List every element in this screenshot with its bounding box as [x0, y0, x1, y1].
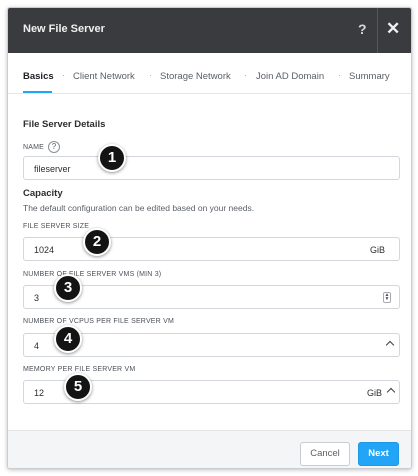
capacity-description: The default configuration can be edited … [23, 203, 255, 213]
new-file-server-dialog: New File Server ? ✕ Basics · Client Netw… [7, 7, 412, 469]
tab-basics[interactable]: Basics [23, 71, 54, 82]
callout-badge: 1 [98, 144, 126, 172]
vms-count-stepper-icon[interactable]: ▲ ▼ [383, 292, 391, 303]
vms-count-value: 3 [34, 293, 40, 303]
file-server-details-heading: File Server Details [23, 119, 106, 130]
memory-value: 12 [34, 388, 45, 398]
dialog-titlebar: New File Server ? ✕ [8, 8, 411, 53]
file-server-size-label: FILE SERVER SIZE [23, 223, 90, 230]
titlebar-divider [377, 8, 378, 53]
memory-label: MEMORY PER FILE SERVER VM [23, 366, 136, 373]
wizard-tabs: Basics · Client Network · Storage Networ… [8, 53, 411, 94]
tab-client-network[interactable]: Client Network [73, 71, 135, 82]
memory-unit: GiB [367, 388, 383, 398]
file-server-size-unit: GiB [370, 245, 386, 255]
tab-separator: · [338, 70, 341, 80]
vcpus-label: NUMBER OF VCPUS PER FILE SERVER VM [23, 318, 174, 325]
capacity-heading: Capacity [23, 188, 63, 199]
tab-join-ad-domain[interactable]: Join AD Domain [256, 71, 324, 82]
callout-badge: 3 [54, 274, 82, 302]
name-label: NAME? [23, 141, 61, 153]
dialog-footer: Cancel Next [8, 430, 411, 468]
callout-badge: 4 [54, 325, 82, 353]
vms-count-label: NUMBER OF FILE SERVER VMS (MIN 3) [23, 271, 162, 278]
dialog-title: New File Server [23, 23, 105, 35]
vcpus-value: 4 [34, 341, 40, 351]
tab-summary[interactable]: Summary [349, 71, 390, 82]
name-input[interactable]: fileserver [23, 156, 400, 180]
tab-separator: · [244, 70, 247, 80]
tab-separator: · [62, 70, 65, 80]
name-value: fileserver [34, 164, 71, 174]
callout-badge: 2 [83, 228, 111, 256]
next-button[interactable]: Next [358, 442, 399, 466]
tab-storage-network[interactable]: Storage Network [160, 71, 231, 82]
file-server-size-input[interactable]: 1024 GiB [23, 237, 400, 261]
file-server-size-value: 1024 [34, 245, 55, 255]
tab-separator: · [149, 70, 152, 80]
help-icon[interactable]: ? [358, 21, 367, 37]
name-help-icon[interactable]: ? [48, 141, 61, 153]
close-icon[interactable]: ✕ [386, 19, 400, 39]
active-tab-indicator [23, 91, 52, 93]
cancel-button[interactable]: Cancel [300, 442, 350, 466]
name-label-text: NAME [23, 143, 45, 151]
callout-badge: 5 [64, 373, 92, 401]
